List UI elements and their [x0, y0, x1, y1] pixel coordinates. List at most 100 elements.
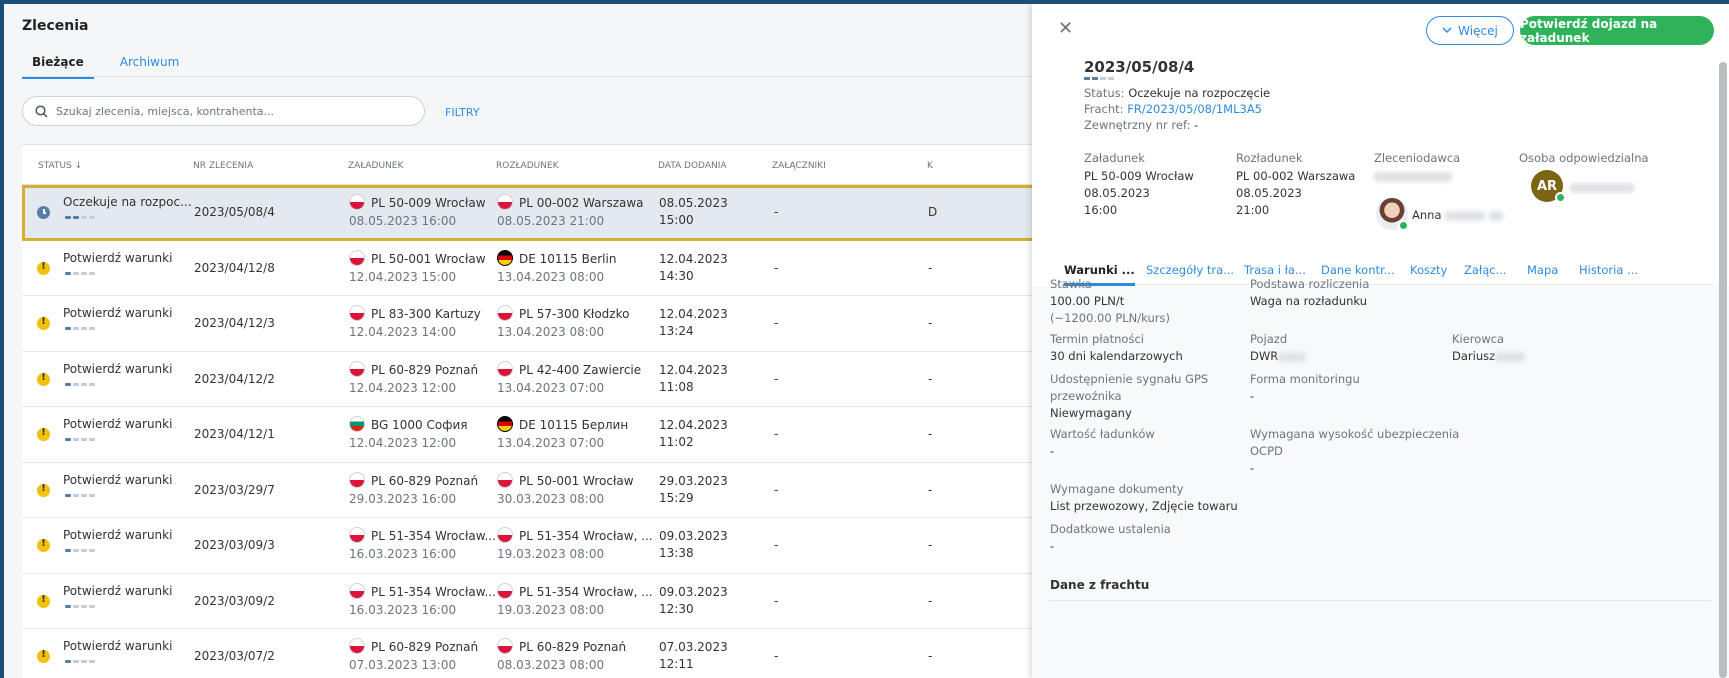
loading-date: 08.05.2023: [1084, 186, 1150, 200]
unloading-place: DE 10115 Berlin: [497, 249, 616, 266]
freight-data-section-title: Dane z frachtu: [1050, 578, 1150, 592]
flag-icon: [497, 527, 513, 543]
unloading-place: PL 00-002 Warszawa: [497, 194, 644, 210]
tab-bar: Bieżące Archiwum: [22, 50, 189, 79]
client-contact-avatar[interactable]: [1376, 198, 1409, 231]
tab-archive[interactable]: Archiwum: [110, 50, 190, 79]
settlement-basis-field: Podstawa rozliczenia Waga na rozładunku: [1250, 277, 1370, 308]
panel-scrollbar[interactable]: [1719, 62, 1727, 678]
table-row[interactable]: Oczekuje na rozpoc... 2023/05/08/4 PL 50-0…: [22, 185, 1042, 241]
column-header-date-added[interactable]: DATA DODANIA: [658, 161, 727, 171]
search-box[interactable]: [22, 96, 425, 126]
table-row[interactable]: Potwierdź warunki 2023/03/29/7 PL 60-829 P…: [22, 462, 1042, 518]
table-body: Oczekuje na rozpoc... 2023/05/08/4 PL 50-0…: [22, 185, 1042, 678]
progress-indicator: [65, 271, 95, 275]
tab-history[interactable]: Historia ...: [1579, 263, 1638, 277]
client-name-redacted: [1374, 171, 1452, 182]
section-divider: [1050, 600, 1710, 601]
filters-button[interactable]: FILTRY: [445, 106, 480, 119]
unloading-place: PL 60-829 Poznań: [497, 638, 626, 654]
progress-indicator: [65, 604, 95, 608]
app-window: Zlecenia Bieżące Archiwum FILTRY STATUS …: [4, 4, 1729, 678]
date-added: 12.04.2023: [659, 251, 728, 266]
tab-contractor-data[interactable]: Dane kontr...: [1321, 263, 1395, 277]
flag-icon: [349, 249, 365, 266]
confirm-arrival-button[interactable]: Potwierdź dojazd na załadunek: [1520, 16, 1714, 45]
date-added: 12.04.2023: [659, 418, 728, 432]
flag-icon: [349, 471, 365, 488]
progress-indicator: [65, 327, 95, 330]
vehicle-value: DWR: [1250, 349, 1279, 363]
unloading-time: 13.04.2023 07:00: [497, 380, 605, 395]
status-text: Potwierdź warunki: [63, 361, 173, 376]
required-documents-value: List przewozowy, Zdjęcie towaru: [1050, 499, 1238, 513]
order-number: 2023/03/09/3: [194, 538, 275, 552]
extra-column-value: -: [928, 316, 933, 330]
order-number: 2023/04/12/3: [194, 316, 275, 330]
rate-per-course: (~1200.00 PLN/kurs): [1050, 311, 1170, 325]
loading-place: PL 50-001 Wrocław: [349, 249, 486, 266]
unloading-time: 13.04.2023 08:00: [497, 325, 605, 339]
date-added: 12.04.2023: [659, 362, 728, 377]
table-row[interactable]: Potwierdź warunki 2023/03/09/3 PL 51-354 W…: [22, 518, 1042, 574]
date-added: 08.05.2023: [659, 196, 728, 210]
progress-indicator: [65, 216, 95, 219]
table-row[interactable]: Potwierdź warunki 2023/04/12/8 PL 50-001 W…: [22, 240, 1042, 296]
warning-icon: [37, 538, 50, 552]
sort-arrow-icon: ↓: [74, 161, 83, 171]
cargo-value-field: Wartość ładunków -: [1050, 427, 1155, 458]
required-documents-field: Wymagane dokumenty List przewozowy, Zdję…: [1050, 482, 1238, 513]
tab-attachments[interactable]: Załąc...: [1464, 263, 1507, 277]
more-button[interactable]: Więcej: [1426, 16, 1514, 45]
time-added: 15:00: [659, 213, 694, 227]
attachments-value: -: [774, 260, 779, 275]
gps-sharing-value: Niewymagany: [1050, 406, 1132, 420]
table-row[interactable]: Potwierdź warunki 2023/04/12/2 PL 60-829 P…: [22, 351, 1042, 407]
loading-time: 12.04.2023 12:00: [349, 436, 457, 450]
tab-costs[interactable]: Koszty: [1410, 263, 1447, 277]
status-text: Potwierdź warunki: [63, 417, 173, 431]
time-added: 13:38: [659, 546, 694, 560]
flag-icon: [497, 305, 513, 321]
attachments-value: -: [774, 427, 779, 441]
attachments-value: -: [774, 371, 779, 386]
client-contact: Anna: [1412, 208, 1503, 222]
order-number: 2023/04/12/8: [194, 260, 275, 275]
search-input[interactable]: [56, 104, 396, 118]
loading-time: 08.05.2023 16:00: [349, 214, 457, 228]
status-line: Status: Oczekuje na rozpoczęcie: [1084, 86, 1271, 100]
time-added: 13:24: [659, 324, 694, 338]
additional-arrangements-field: Dodatkowe ustalenia -: [1050, 522, 1171, 553]
tab-map[interactable]: Mapa: [1527, 263, 1558, 277]
conditions-tab-content: Stawka 100.00 PLN/t (~1200.00 PLN/kurs) …: [1032, 277, 1729, 678]
tab-current[interactable]: Bieżące: [22, 50, 94, 79]
panel-header: ✕ Więcej Potwierdź dojazd na załadunek 2…: [1032, 4, 1729, 264]
tab-transport-details[interactable]: Szczegóły tra...: [1146, 263, 1234, 277]
freight-link[interactable]: FR/2023/05/08/1ML3A5: [1127, 102, 1262, 116]
loading-place: PL 51-354 Wrocław...: [349, 582, 496, 599]
external-ref-value: -: [1194, 118, 1199, 132]
close-icon[interactable]: ✕: [1058, 18, 1073, 39]
additional-arrangements-value: -: [1050, 539, 1055, 553]
column-header-attachments[interactable]: ZAŁĄCZNIKI: [772, 161, 826, 171]
table-row[interactable]: Potwierdź warunki 2023/04/12/3 PL 83-300 K…: [22, 296, 1042, 352]
loading-time: 12.04.2023 14:00: [349, 325, 457, 339]
extra-column-value: -: [928, 649, 933, 663]
column-header-status[interactable]: STATUS ↓: [38, 161, 82, 171]
table-row[interactable]: Potwierdź warunki 2023/03/09/2 PL 51-354 W…: [22, 573, 1042, 629]
column-header-order-no[interactable]: NR ZLECENIA: [193, 161, 253, 171]
freight-line: Fracht: FR/2023/05/08/1ML3A5: [1084, 102, 1263, 116]
column-header-unloading[interactable]: ROZŁADUNEK: [496, 161, 559, 171]
extra-column-value: -: [928, 427, 933, 441]
table-row[interactable]: Potwierdź warunki 2023/03/07/2 PL 60-829 P…: [22, 629, 1042, 678]
tab-route[interactable]: Trasa i ła...: [1244, 263, 1306, 277]
attachments-value: -: [774, 316, 779, 330]
column-header-loading[interactable]: ZAŁADUNEK: [348, 161, 403, 171]
column-header-extra[interactable]: K: [927, 161, 933, 171]
status-text: Potwierdź warunki: [63, 528, 173, 542]
client-summary: Zleceniodawca: [1374, 150, 1460, 185]
monitoring-field: Forma monitoringu -: [1250, 372, 1360, 403]
loading-place: BG 1000 София: [349, 416, 468, 432]
table-row[interactable]: Potwierdź warunki 2023/04/12/1 BG 1000 Соф…: [22, 407, 1042, 463]
flag-icon: [349, 194, 365, 210]
